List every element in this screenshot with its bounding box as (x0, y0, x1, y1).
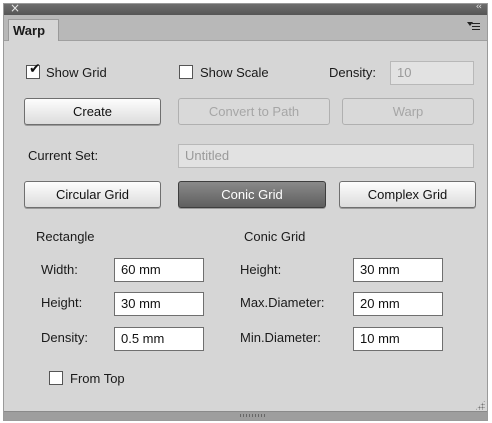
current-set-label: Current Set: (28, 148, 99, 163)
panel-bottom-bar (4, 411, 487, 420)
tab-strip: Warp (4, 15, 487, 41)
min-diameter-label: Min.Diameter: (240, 330, 321, 345)
min-diameter-input[interactable]: 10 mm (353, 327, 443, 351)
density-input[interactable]: 10 (390, 61, 474, 85)
rect-height-label: Height: (41, 295, 83, 310)
drag-handle-icon[interactable] (240, 414, 266, 417)
conic-height-label: Height: (240, 262, 282, 277)
create-button[interactable]: Create (24, 98, 161, 125)
rect-height-input[interactable]: 30 mm (114, 292, 204, 316)
from-top-label: From Top (70, 371, 125, 386)
warp-panel: × ‹‹ Warp ✔ Show Grid Show Scale Density… (3, 1, 488, 421)
density-label: Density: (329, 65, 376, 80)
warp-button[interactable]: Warp (342, 98, 474, 125)
conic-grid-heading: Conic Grid (244, 229, 306, 244)
rect-density-input[interactable]: 0.5 mm (114, 327, 204, 351)
complex-grid-button[interactable]: Complex Grid (339, 181, 476, 208)
conic-grid-button[interactable]: Conic Grid (178, 181, 326, 208)
rectangle-heading: Rectangle (36, 229, 95, 244)
resize-grip-icon[interactable] (475, 400, 485, 410)
current-set-input[interactable]: Untitled (178, 144, 474, 168)
show-scale-label: Show Scale (200, 65, 269, 80)
show-scale-checkbox[interactable] (179, 65, 193, 79)
show-grid-label: Show Grid (46, 65, 107, 80)
from-top-checkbox[interactable] (49, 371, 63, 385)
rect-width-label: Width: (41, 262, 78, 277)
panel-titlebar: × ‹‹ (4, 1, 487, 15)
rect-width-input[interactable]: 60 mm (114, 258, 204, 282)
checkmark-icon: ✔ (29, 61, 41, 77)
rect-density-label: Density: (41, 330, 88, 345)
max-diameter-label: Max.Diameter: (240, 295, 325, 310)
close-icon[interactable]: × (10, 1, 20, 15)
max-diameter-input[interactable]: 20 mm (353, 292, 443, 316)
conic-height-input[interactable]: 30 mm (353, 258, 443, 282)
show-grid-checkbox[interactable]: ✔ (26, 61, 41, 79)
panel-menu-icon[interactable] (467, 20, 481, 34)
convert-to-path-button[interactable]: Convert to Path (178, 98, 330, 125)
tab-warp[interactable]: Warp (8, 19, 59, 41)
collapse-icon[interactable]: ‹‹ (476, 2, 482, 12)
circular-grid-button[interactable]: Circular Grid (24, 181, 161, 208)
